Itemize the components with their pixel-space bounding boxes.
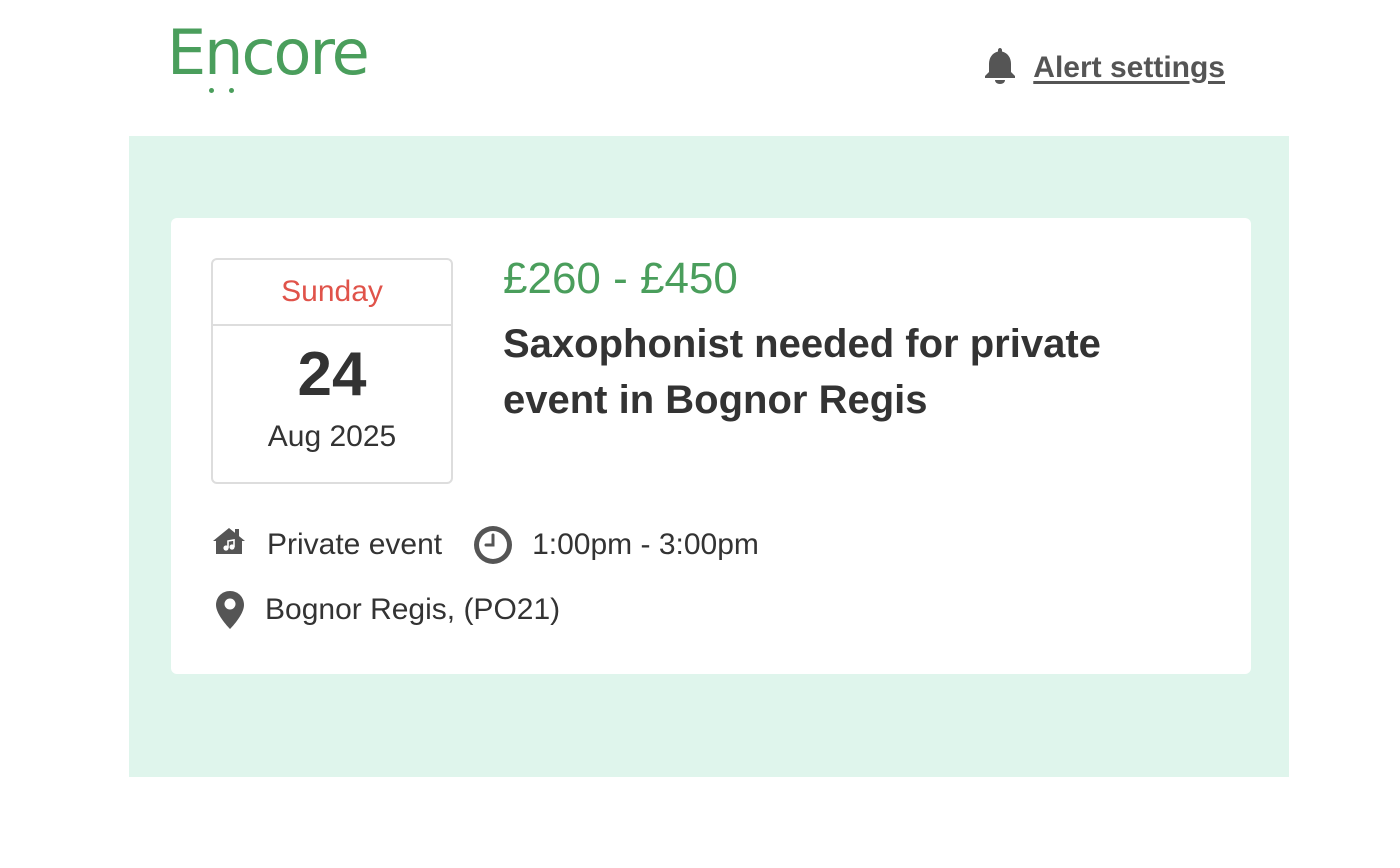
listing-panel: Sunday 24 Aug 2025 £260 - £450 Saxophoni… bbox=[129, 136, 1289, 777]
location-text: Bognor Regis, (PO21) bbox=[265, 593, 561, 626]
gig-title[interactable]: Saxophonist needed for private event in … bbox=[503, 316, 1203, 428]
encore-logo[interactable]: Encore bbox=[167, 22, 370, 93]
alert-settings-link[interactable]: Alert settings bbox=[983, 46, 1225, 89]
bell-icon bbox=[983, 46, 1017, 89]
day-number: 24 bbox=[297, 340, 367, 409]
event-type: Private event bbox=[267, 528, 443, 561]
logo-dot bbox=[229, 88, 234, 93]
event-time: 1:00pm - 3:00pm bbox=[532, 528, 759, 561]
header: Encore Alert settings bbox=[129, 0, 1289, 136]
month-year: Aug 2025 bbox=[267, 420, 397, 453]
logo-text: Encore bbox=[167, 16, 370, 89]
house-music-icon bbox=[211, 526, 247, 556]
alert-settings-label: Alert settings bbox=[1033, 50, 1225, 84]
event-meta-row: Private event 1:00pm - 3:00pm bbox=[211, 524, 759, 566]
gig-card[interactable]: Sunday 24 Aug 2025 £260 - £450 Saxophoni… bbox=[171, 218, 1251, 674]
price-range: £260 - £450 bbox=[503, 254, 738, 303]
location-row: Bognor Regis, (PO21) bbox=[211, 590, 560, 630]
day-name: Sunday bbox=[213, 260, 451, 326]
map-pin-icon bbox=[215, 590, 245, 630]
date-box: Sunday 24 Aug 2025 bbox=[211, 258, 453, 484]
logo-dot bbox=[209, 88, 214, 93]
clock-icon bbox=[472, 524, 514, 566]
